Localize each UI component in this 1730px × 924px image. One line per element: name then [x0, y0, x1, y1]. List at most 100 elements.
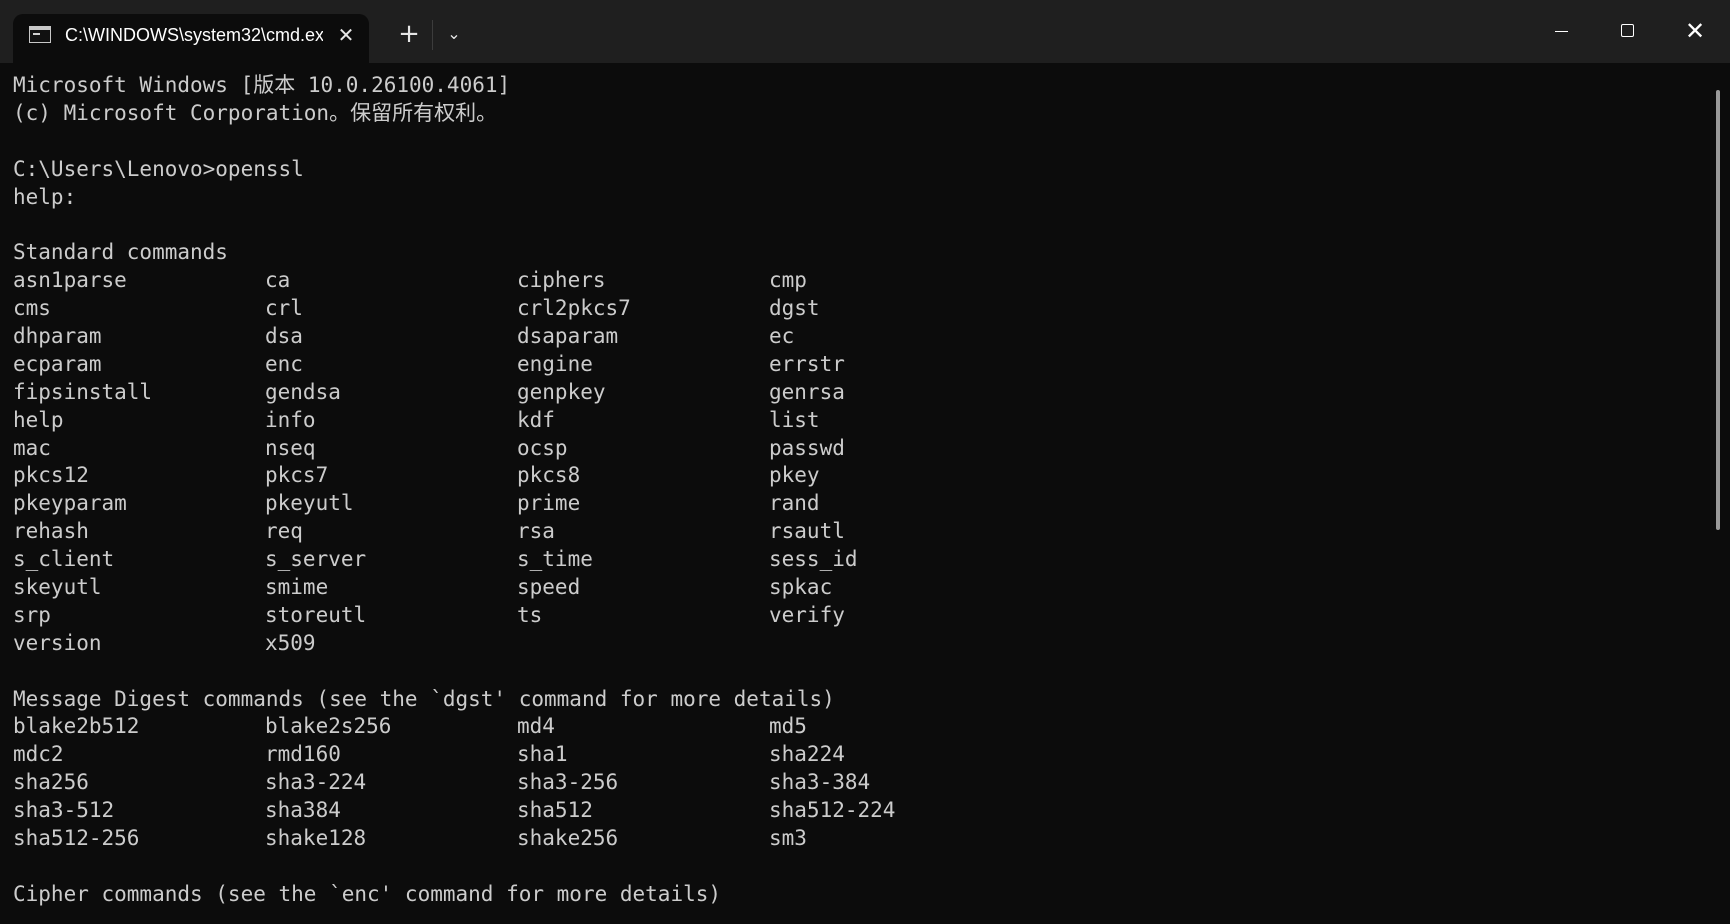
command-name: dhparam [13, 324, 102, 349]
command-name: sha224 [769, 742, 845, 767]
command-row: version x509 [13, 630, 1713, 658]
titlebar-divider [432, 20, 433, 50]
command-name: ca [265, 268, 291, 293]
command-name: passwd [769, 435, 845, 460]
command-name: ecparam [13, 351, 102, 376]
command-name: speed [517, 575, 581, 600]
console-line: Microsoft Windows [版本 10.0.26100.4061] [13, 73, 511, 97]
command-name: list [769, 407, 820, 432]
command-name: sha3-256 [517, 770, 619, 795]
console-output[interactable]: Microsoft Windows [版本 10.0.26100.4061] (c… [13, 72, 1713, 924]
command-name: dgst [769, 296, 820, 321]
command-name: blake2s256 [265, 714, 392, 739]
command-row: sha256 sha3-224 sha3-256 sha3-384 [13, 769, 1713, 797]
command-row: skeyutl smime speed spkac [13, 574, 1713, 602]
command-name: sha256 [13, 770, 89, 795]
console-line: (c) Microsoft Corporation。保留所有权利。 [13, 100, 498, 125]
command-name: errstr [769, 351, 845, 376]
command-row: mdc2 rmd160 sha1 sha224 [13, 741, 1713, 769]
profile-dropdown-button[interactable]: ⌄ [437, 17, 471, 51]
command-name: gendsa [265, 379, 341, 404]
close-window-button[interactable]: ✕ [1662, 0, 1728, 63]
command-name: sha384 [265, 798, 341, 823]
command-row: fipsinstall gendsa genpkey genrsa [13, 379, 1713, 407]
command-name: pkcs12 [13, 463, 89, 488]
title-bar[interactable]: C:\WINDOWS\system32\cmd.exe ✕ + ⌄ ✕ [0, 0, 1730, 63]
command-name: version [13, 630, 102, 655]
command-name: asn1parse [13, 268, 127, 293]
command-name: md5 [769, 714, 807, 739]
command-row: mac nseq ocsp passwd [13, 435, 1713, 463]
command-name: cmp [769, 268, 807, 293]
command-name: s_time [517, 547, 593, 572]
close-icon: ✕ [1684, 17, 1706, 45]
command-name: ec [769, 324, 795, 349]
console-line: C:\Users\Lenovo>openssl [13, 156, 304, 181]
command-name: info [265, 407, 316, 432]
command-name: spkac [769, 575, 833, 600]
tab-close-icon[interactable]: ✕ [331, 20, 361, 50]
command-name: fipsinstall [13, 379, 153, 404]
section-heading: Cipher commands (see the `enc' command f… [13, 881, 722, 906]
command-name: x509 [265, 630, 316, 655]
minimize-icon [1555, 31, 1568, 32]
command-row: help info kdf list [13, 407, 1713, 435]
command-row: pkeyparam pkeyutl prime rand [13, 490, 1713, 518]
command-name: storeutl [265, 602, 367, 627]
command-name: sha3-224 [265, 770, 367, 795]
command-name: sha512-256 [13, 826, 140, 851]
command-name: enc [265, 351, 303, 376]
scrollbar-thumb[interactable] [1716, 90, 1720, 530]
command-name: skeyutl [13, 575, 102, 600]
command-row: cms crl crl2pkcs7 dgst [13, 295, 1713, 323]
maximize-button[interactable] [1595, 0, 1661, 63]
command-name: crl [265, 296, 303, 321]
command-name: sha3-512 [13, 798, 115, 823]
command-row: sha3-512 sha384 sha512 sha512-224 [13, 797, 1713, 825]
command-name: genpkey [517, 379, 606, 404]
command-name: s_server [265, 547, 367, 572]
minimize-button[interactable] [1528, 0, 1594, 63]
command-row: rehash req rsa rsautl [13, 518, 1713, 546]
command-name: req [265, 519, 303, 544]
command-name: s_client [13, 547, 115, 572]
command-name: mac [13, 435, 51, 460]
command-name: smime [265, 575, 329, 600]
command-name: rand [769, 491, 820, 516]
command-name: prime [517, 491, 581, 516]
command-name: sess_id [769, 547, 858, 572]
command-name: sm3 [769, 826, 807, 851]
command-row: sha512-256 shake128 shake256 sm3 [13, 825, 1713, 853]
command-name: shake128 [265, 826, 367, 851]
command-name: sha512 [517, 798, 593, 823]
command-row: blake2b512 blake2s256 md4 md5 [13, 713, 1713, 741]
command-row: ecparam enc engine errstr [13, 351, 1713, 379]
section-heading: Standard commands [13, 240, 228, 265]
terminal-window: C:\WINDOWS\system32\cmd.exe ✕ + ⌄ ✕ Micr… [0, 0, 1730, 924]
command-name: help [13, 407, 64, 432]
tab-cmd[interactable]: C:\WINDOWS\system32\cmd.exe ✕ [13, 14, 369, 63]
command-name: pkcs8 [517, 463, 581, 488]
command-name: dsa [265, 324, 303, 349]
command-name: pkey [769, 463, 820, 488]
command-name: crl2pkcs7 [517, 296, 631, 321]
command-name: rehash [13, 519, 89, 544]
command-name: sha1 [517, 742, 568, 767]
command-name: blake2b512 [13, 714, 140, 739]
command-name: genrsa [769, 379, 845, 404]
command-name: dsaparam [517, 324, 619, 349]
command-name: kdf [517, 407, 555, 432]
new-tab-button[interactable]: + [392, 17, 426, 51]
command-name: shake256 [517, 826, 619, 851]
command-name: pkeyutl [265, 491, 354, 516]
command-row: srp storeutl ts verify [13, 602, 1713, 630]
command-name: rsautl [769, 519, 845, 544]
command-name: mdc2 [13, 742, 64, 767]
console-line: help: [13, 184, 77, 209]
command-name: ciphers [517, 268, 606, 293]
command-row: asn1parse ca ciphers cmp [13, 267, 1713, 295]
